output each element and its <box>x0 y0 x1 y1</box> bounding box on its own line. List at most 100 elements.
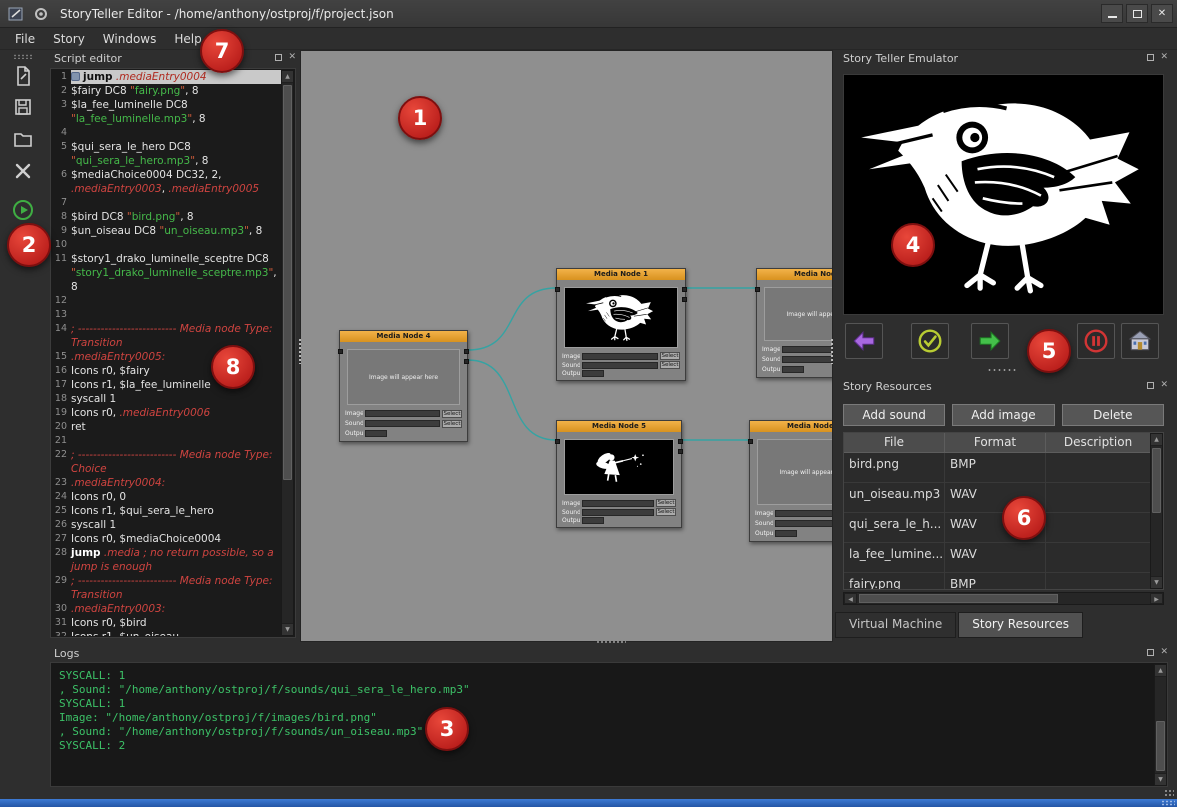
scroll-down-arrow[interactable]: ▼ <box>1151 576 1162 588</box>
resize-grip[interactable] <box>1164 789 1174 797</box>
next-button[interactable] <box>971 323 1009 359</box>
undock-icon[interactable] <box>1147 382 1154 389</box>
output-port[interactable] <box>682 287 687 292</box>
node-title[interactable]: Media Node 1 <box>557 269 685 280</box>
save-button[interactable] <box>12 96 34 118</box>
input-port[interactable] <box>755 287 760 292</box>
script-line[interactable]: 12 <box>51 294 281 308</box>
table-horizontal-scrollbar[interactable]: ◀ ▶ <box>843 592 1164 605</box>
dock-close-icon[interactable]: ✕ <box>1160 648 1168 657</box>
cut-button[interactable] <box>12 160 34 182</box>
scroll-down-arrow[interactable]: ▼ <box>282 623 293 635</box>
previous-button[interactable] <box>845 323 883 359</box>
script-line[interactable]: 29; -------------------------- Media nod… <box>51 574 281 602</box>
column-header-format[interactable]: Format <box>945 433 1046 452</box>
script-editor[interactable]: 1jump .mediaEntry00042$fairy DC8 "fairy.… <box>50 68 296 638</box>
script-line[interactable]: 19Icons r0, .mediaEntry0006 <box>51 406 281 420</box>
scrollbar-thumb[interactable] <box>283 85 292 480</box>
script-line[interactable]: 25Icons r1, $qui_sera_le_hero <box>51 504 281 518</box>
minimize-button[interactable] <box>1101 4 1123 23</box>
splitter-handle[interactable] <box>298 338 303 364</box>
column-header-description[interactable]: Description <box>1046 433 1150 452</box>
scrollbar-thumb[interactable] <box>859 594 1058 603</box>
script-line[interactable]: 23.mediaEntry0004: <box>51 476 281 490</box>
tab-virtual-machine[interactable]: Virtual Machine <box>835 612 956 638</box>
script-line[interactable]: 20ret <box>51 420 281 434</box>
graph-node[interactable]: Media Node 1ImageSelectSoundSelectOutput <box>556 268 686 381</box>
script-line[interactable]: 18syscall 1 <box>51 392 281 406</box>
script-line[interactable]: 30.mediaEntry0003: <box>51 602 281 616</box>
new-script-button[interactable] <box>12 65 34 87</box>
script-line[interactable]: 22; -------------------------- Media nod… <box>51 448 281 476</box>
undock-icon[interactable] <box>1147 54 1154 61</box>
script-line[interactable]: 26syscall 1 <box>51 518 281 532</box>
pause-button[interactable] <box>1077 323 1115 359</box>
script-line[interactable]: 11$story1_drako_luminelle_sceptre DC8 "s… <box>51 252 281 294</box>
dock-close-icon[interactable]: ✕ <box>1160 381 1168 390</box>
node-graph-canvas[interactable]: Media Node 4Image will appear hereImageS… <box>300 50 833 642</box>
input-port[interactable] <box>555 439 560 444</box>
delete-button[interactable]: Delete <box>1062 404 1164 426</box>
script-line[interactable]: 6$mediaChoice0004 DC32, 2, .mediaEntry00… <box>51 168 281 196</box>
script-line[interactable]: 10 <box>51 238 281 252</box>
dock-close-icon[interactable]: ✕ <box>288 53 296 62</box>
output-port[interactable] <box>464 359 469 364</box>
table-row[interactable]: la_fee_lumine...WAV <box>844 543 1163 573</box>
graph-node[interactable]: Media Node 4Image will appear hereImageS… <box>339 330 468 442</box>
select-image-button[interactable]: Select <box>656 499 676 507</box>
script-line[interactable]: 27Icons r0, $mediaChoice0004 <box>51 532 281 546</box>
splitter-handle[interactable] <box>596 640 626 645</box>
scroll-up-arrow[interactable]: ▲ <box>1155 665 1166 677</box>
output-port[interactable] <box>678 439 683 444</box>
select-sound-button[interactable]: Select <box>656 508 676 516</box>
script-line[interactable]: 13 <box>51 308 281 322</box>
table-scrollbar[interactable]: ▲ ▼ <box>1150 433 1163 589</box>
graph-node[interactable]: Media Node 5ImageSelectSoundSelectOutput <box>556 420 682 528</box>
select-sound-button[interactable]: Select <box>442 420 462 428</box>
maximize-button[interactable] <box>1126 4 1148 23</box>
editor-scrollbar[interactable]: ▲ ▼ <box>281 70 294 636</box>
scroll-down-arrow[interactable]: ▼ <box>1155 773 1166 785</box>
script-line[interactable]: 1jump .mediaEntry0004 <box>51 70 281 84</box>
select-image-button[interactable]: Select <box>442 410 462 418</box>
output-port[interactable] <box>678 449 683 454</box>
input-port[interactable] <box>555 287 560 292</box>
script-line[interactable]: 14; -------------------------- Media nod… <box>51 322 281 350</box>
output-port[interactable] <box>464 349 469 354</box>
script-line[interactable]: 8$bird DC8 "bird.png", 8 <box>51 210 281 224</box>
resize-grip[interactable] <box>1161 800 1175 806</box>
validate-button[interactable] <box>911 323 949 359</box>
title-bar[interactable]: StoryTeller Editor - /home/anthony/ostpr… <box>0 0 1177 28</box>
scrollbar-thumb[interactable] <box>1152 448 1161 513</box>
script-line[interactable]: 32Icons r1, $un_oiseau <box>51 630 281 636</box>
scrollbar-thumb[interactable] <box>1156 721 1165 771</box>
menu-story[interactable]: Story <box>44 30 94 48</box>
script-line[interactable]: 3$la_fee_luminelle DC8 "la_fee_luminelle… <box>51 98 281 126</box>
select-image-button[interactable]: Select <box>660 352 680 360</box>
menu-file[interactable]: File <box>6 30 44 48</box>
script-line[interactable]: 2$fairy DC8 "fairy.png", 8 <box>51 84 281 98</box>
splitter-handle[interactable] <box>830 338 835 364</box>
script-line[interactable]: 9$un_oiseau DC8 "un_oiseau.mp3", 8 <box>51 224 281 238</box>
close-button[interactable]: ✕ <box>1151 4 1173 23</box>
open-button[interactable] <box>12 128 34 150</box>
scroll-up-arrow[interactable]: ▲ <box>1151 434 1162 446</box>
add-sound-button[interactable]: Add sound <box>843 404 945 426</box>
script-line[interactable]: 5$qui_sera_le_hero DC8 "qui_sera_le_hero… <box>51 140 281 168</box>
select-sound-button[interactable]: Select <box>660 361 680 369</box>
add-image-button[interactable]: Add image <box>952 404 1054 426</box>
undock-icon[interactable] <box>275 54 282 61</box>
menu-windows[interactable]: Windows <box>94 30 166 48</box>
node-title[interactable]: Media Node 3 <box>750 421 833 432</box>
script-line[interactable]: 4 <box>51 126 281 140</box>
dock-splitter-handle[interactable] <box>987 368 1017 372</box>
scroll-up-arrow[interactable]: ▲ <box>282 71 293 83</box>
toolbar-drag-handle[interactable] <box>13 54 33 59</box>
node-title[interactable]: Media Node 2 <box>757 269 833 280</box>
home-button[interactable] <box>1121 323 1159 359</box>
run-button[interactable] <box>12 199 34 221</box>
node-title[interactable]: Media Node 4 <box>340 331 467 342</box>
graph-node[interactable]: Media Node 3Image will appear hereImageS… <box>749 420 833 542</box>
node-title[interactable]: Media Node 5 <box>557 421 681 432</box>
graph-node[interactable]: Media Node 2Image will appear hereImageS… <box>756 268 833 378</box>
